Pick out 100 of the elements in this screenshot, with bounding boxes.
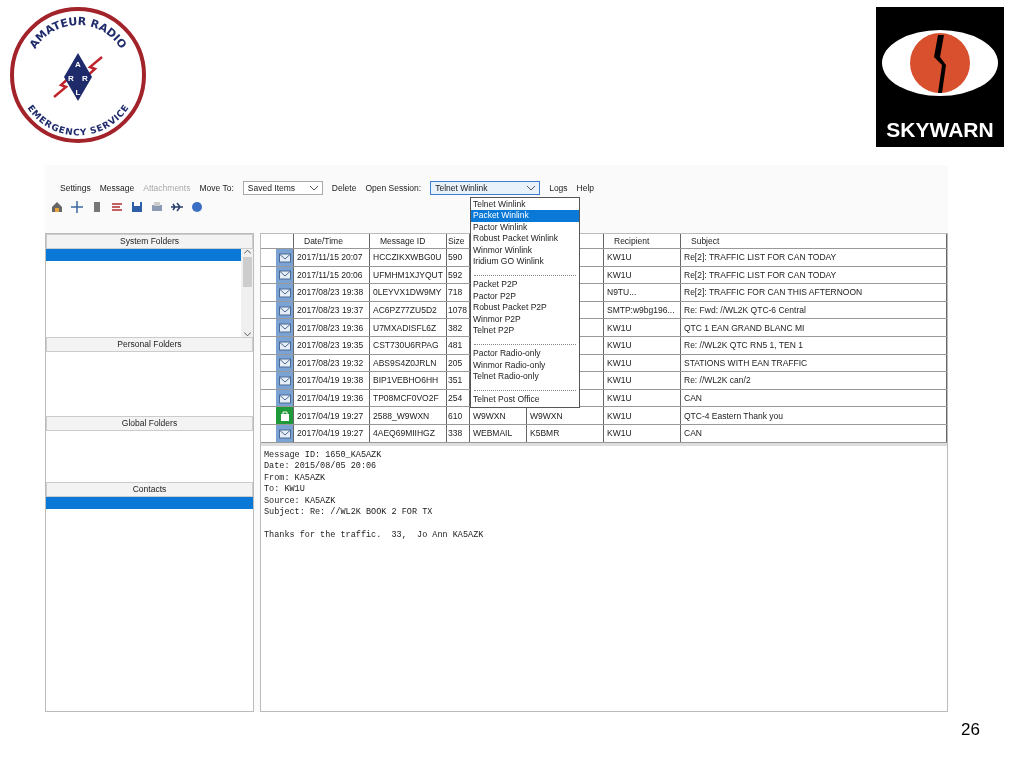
table-cell: AC6PZ77ZU5D2	[373, 305, 437, 316]
move-icon[interactable]	[71, 201, 83, 213]
logo-letter: R	[68, 74, 74, 83]
table-cell: KW1U	[607, 269, 632, 280]
table-cell: KW1U	[607, 428, 632, 439]
menu-item[interactable]: Help	[576, 183, 595, 193]
table-cell: 1078	[448, 305, 467, 316]
table-cell: 254	[448, 393, 463, 404]
session-option[interactable]: Iridium GO Winlink	[471, 255, 579, 268]
session-option[interactable]: Telnet P2P	[471, 324, 579, 337]
menu-item[interactable]: Message	[99, 183, 135, 193]
table-cell: KW1U	[607, 322, 632, 333]
table-cell: Re: //WL2K QTC RN5 1, TEN 1	[684, 340, 803, 351]
move-to-label: Move To:	[199, 183, 234, 193]
table-cell: QTC-4 Eastern Thank you	[684, 410, 784, 421]
table-cell: CAN	[684, 393, 702, 404]
logo-letter: L	[75, 88, 81, 97]
table-cell: 351	[448, 375, 463, 386]
table-cell: K5BMR	[530, 428, 560, 439]
envelope-icon	[278, 427, 291, 439]
skywarn-logo: SKYWARN	[876, 7, 1004, 147]
message-line: Subject: Re: //WL2K BOOK 2 FOR TX	[264, 507, 433, 518]
table-cell: 610	[448, 410, 463, 421]
table-cell: 2588_W9WXN	[373, 410, 430, 421]
table-cell: 590	[448, 252, 463, 263]
page-number: 26	[961, 720, 980, 740]
table-cell: UFMHM1XJYQUT	[373, 269, 443, 280]
menu-item[interactable]: Logs	[549, 183, 568, 193]
envelope-icon	[278, 304, 291, 316]
logo-letter: A	[75, 60, 81, 69]
envelope-icon	[278, 374, 291, 386]
table-cell: KW1U	[607, 252, 632, 263]
scroll-up-icon[interactable]	[243, 249, 251, 254]
table-cell: QTC 1 EAN GRAND BLANC MI	[684, 322, 805, 333]
table-cell: STATIONS WITH EAN TRAFFIC	[684, 357, 808, 368]
print-icon[interactable]	[151, 201, 163, 213]
table-cell: 382	[448, 322, 463, 333]
session-option[interactable]: Pactor P2P	[471, 290, 579, 303]
session-option[interactable]: Robust Packet Winlink	[471, 233, 579, 245]
table-cell: KW1U	[607, 340, 632, 351]
column-header[interactable]: Size	[448, 236, 465, 246]
table-cell: CAN	[684, 428, 702, 439]
message-line: To: KW1U	[264, 484, 305, 495]
column-header[interactable]: Message ID	[380, 236, 426, 246]
table-cell: Re: Fwd: //WL2K QTC-6 Central	[684, 305, 806, 316]
session-option[interactable]: Pactor Winlink	[471, 221, 579, 234]
session-option[interactable]: Winmor Radio-only	[471, 359, 579, 372]
column-header[interactable]: Date/Time	[304, 236, 343, 246]
table-cell: U7MXADISFL6Z	[373, 322, 437, 333]
logo-letter: R	[82, 74, 88, 83]
column-header[interactable]: Recipient	[614, 236, 650, 246]
delete-menu-item[interactable]: Delete	[331, 183, 357, 193]
session-option[interactable]: Telnet Winlink	[471, 199, 579, 211]
table-cell: SMTP:w9bg196...	[607, 305, 675, 316]
message-line: Thanks for the traffic. 33, Jo Ann KA5AZK	[264, 530, 484, 541]
column-header[interactable]: Subject	[691, 236, 720, 246]
envelope-icon	[278, 392, 291, 404]
folder-header[interactable]: System Folders	[46, 234, 253, 249]
session-option[interactable]: Winmor P2P	[471, 313, 579, 325]
message-line: Date: 2015/08/05 20:06	[264, 461, 377, 472]
session-dropdown[interactable]: Telnet Winlink	[430, 181, 541, 195]
table-cell: W9WXN	[473, 410, 506, 421]
session-option[interactable]: Telnet Post Office	[471, 394, 579, 406]
table-cell: KW1U	[607, 357, 632, 368]
session-option[interactable]: Telnet Radio-only	[471, 371, 579, 383]
table-cell: 2017/11/15 20:07	[297, 252, 363, 263]
table-cell: KW1U	[607, 410, 632, 421]
table-cell: 2017/04/19 19:27	[297, 428, 364, 439]
scroll-down-icon[interactable]	[243, 332, 251, 337]
table-cell: TP08MCF0VO2F	[373, 393, 439, 404]
session-option[interactable]: Robust Packet P2P	[471, 302, 579, 314]
table-cell: KW1U	[607, 393, 632, 404]
scrollbar[interactable]	[241, 249, 253, 337]
table-cell: 2017/04/19 19:36	[297, 393, 364, 404]
session-option[interactable]: Packet Winlink	[471, 210, 579, 222]
plane-icon[interactable]	[171, 201, 183, 213]
envelope-icon	[278, 251, 291, 263]
table-cell: 2017/04/19 19:27	[297, 410, 364, 421]
table-cell: W9WXN	[530, 410, 563, 421]
session-option[interactable]: Pactor Radio-only	[471, 348, 579, 360]
move-to-dropdown[interactable]: Saved Items	[242, 181, 323, 195]
envelope-icon	[278, 357, 291, 369]
message-line: Source: KA5AZK	[264, 495, 336, 506]
lock-icon	[278, 410, 291, 422]
chevron-icon	[527, 185, 536, 191]
envelope-icon	[278, 287, 291, 298]
session-option[interactable]: Packet P2P	[471, 279, 579, 291]
folder-header[interactable]: Contacts	[46, 482, 253, 497]
session-option[interactable]: Winmor Winlink	[471, 244, 579, 256]
home-icon[interactable]	[51, 201, 63, 213]
table-cell: 2017/08/23 19:38	[297, 287, 364, 298]
save-icon[interactable]	[131, 201, 143, 213]
menu-item[interactable]: Settings	[60, 183, 91, 193]
envelope-icon	[278, 269, 291, 281]
table-cell: 2017/04/19 19:38	[297, 375, 364, 386]
folder-header[interactable]: Global Folders	[46, 416, 253, 431]
table-cell: 2017/08/23 19:37	[297, 305, 364, 316]
table-cell: Re: //WL2K can/2	[684, 375, 751, 386]
message-line: From: KA5AZK	[264, 472, 326, 483]
folder-header[interactable]: Personal Folders	[46, 337, 253, 352]
